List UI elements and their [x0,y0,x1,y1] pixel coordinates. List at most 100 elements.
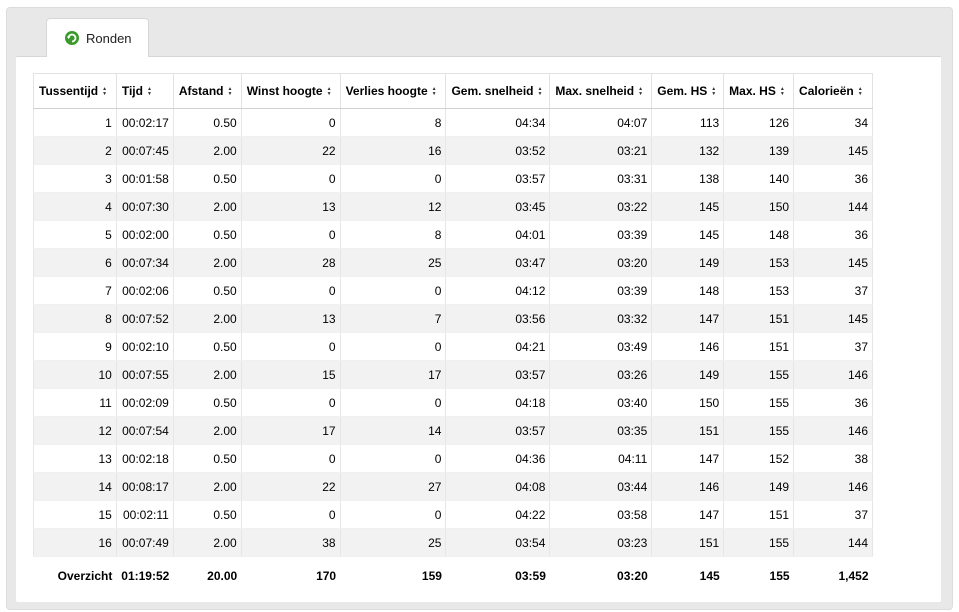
table-cell: 04:11 [549,444,653,473]
column-header[interactable]: Tussentijd ▲ ▼ [33,73,117,109]
table-row: 16 00:07:49 2.00 38 25 03:54 03:23 151 155 144 [33,528,873,557]
table-cell: 04:18 [445,388,551,417]
table-cell: 00:02:09 [116,388,174,417]
table-cell: 146 [651,332,725,361]
column-header-label: Max. snelheid [555,84,635,98]
column-header-label: Winst hoogte [246,84,323,98]
column-header-label: Verlies hoogte [345,84,428,98]
column-header[interactable]: Afstand ▲ ▼ [173,73,242,109]
table-cell: 126 [723,108,795,137]
table-cell: 145 [793,304,873,333]
table-cell: 6 [33,248,117,277]
table-cell: 04:34 [445,108,551,137]
summary-cell: 03:20 [549,556,652,595]
table-cell: 2.00 [173,472,242,501]
table-cell: 03:35 [549,416,653,445]
sort-icon[interactable]: ▲ ▼ [711,86,716,97]
table-cell: 0 [241,388,341,417]
table-row: 14 00:08:17 2.00 22 27 04:08 03:44 146 149 146 [33,472,873,501]
column-header-label: Tussentijd [39,84,99,98]
table-cell: 144 [793,192,873,221]
column-header[interactable]: Max. snelheid ▲ ▼ [549,73,653,109]
table-cell: 0.50 [173,108,242,137]
table-row: 15 00:02:11 0.50 0 0 04:22 03:58 147 151 37 [33,500,873,529]
table-cell: 34 [793,108,873,137]
table-cell: 00:02:17 [116,108,174,137]
table-cell: 38 [793,444,873,473]
table-cell: 22 [241,472,341,501]
table-cell: 00:02:10 [116,332,174,361]
summary-cell: 170 [241,556,341,595]
table-cell: 151 [651,416,725,445]
table-row: 2 00:07:45 2.00 22 16 03:52 03:21 132 139 145 [33,136,873,165]
table-cell: 16 [33,528,117,557]
table-cell: 148 [723,220,795,249]
summary-cell: 20.00 [173,556,242,595]
table-cell: 00:02:11 [116,500,174,529]
sort-icon[interactable]: ▲ ▼ [102,86,107,97]
table-cell: 151 [723,304,795,333]
table-cell: 28 [241,248,341,277]
table-cell: 2 [33,136,117,165]
column-header[interactable]: Gem. HS ▲ ▼ [651,73,725,109]
column-header[interactable]: Tijd ▲ ▼ [116,73,174,109]
table-cell: 03:31 [549,164,653,193]
column-header[interactable]: Gem. snelheid ▲ ▼ [445,73,551,109]
sort-icon[interactable]: ▲ ▼ [327,86,332,97]
column-header-label: Calorieën [799,84,854,98]
table-cell: 04:22 [445,500,551,529]
table-cell: 25 [340,248,447,277]
table-cell: 149 [723,472,795,501]
table-cell: 2.00 [173,528,242,557]
table-cell: 153 [723,276,795,305]
sort-icon[interactable]: ▲ ▼ [228,86,233,97]
table-cell: 2.00 [173,136,242,165]
column-header[interactable]: Verlies hoogte ▲ ▼ [340,73,447,109]
column-header-label: Afstand [178,84,224,98]
table-cell: 04:12 [445,276,551,305]
column-header[interactable]: Max. HS ▲ ▼ [723,73,795,109]
table-cell: 00:08:17 [116,472,174,501]
table-row: 12 00:07:54 2.00 17 14 03:57 03:35 151 155 146 [33,416,873,445]
table-cell: 03:39 [549,276,653,305]
sort-icon[interactable]: ▲ ▼ [432,86,437,97]
column-header[interactable]: Calorieën ▲ ▼ [793,73,873,109]
table-cell: 00:07:52 [116,304,174,333]
table-cell: 03:52 [445,136,551,165]
table-cell: 149 [651,248,725,277]
table-cell: 0.50 [173,388,242,417]
table-cell: 03:56 [445,304,551,333]
sort-icon[interactable]: ▲ ▼ [147,86,152,97]
table-cell: 2.00 [173,248,242,277]
table-cell: 0.50 [173,276,242,305]
table-cell: 03:57 [445,164,551,193]
table-cell: 00:07:55 [116,360,174,389]
column-header[interactable]: Winst hoogte ▲ ▼ [241,73,341,109]
table-cell: 0 [241,500,341,529]
sort-icon[interactable]: ▲ ▼ [537,86,542,97]
tab-ronden[interactable]: Ronden [46,18,149,57]
table-cell: 8 [340,108,447,137]
sort-icon[interactable]: ▲ ▼ [858,86,863,97]
table-cell: 155 [723,388,795,417]
table-cell: 7 [33,276,117,305]
table-cell: 22 [241,136,341,165]
table-cell: 15 [33,500,117,529]
table-cell: 00:07:49 [116,528,174,557]
table-cell: 146 [793,416,873,445]
summary-cell: 01:19:52 [116,556,174,595]
table-cell: 146 [651,472,725,501]
table-cell: 03:47 [445,248,551,277]
table-cell: 0 [241,444,341,473]
table-cell: 15 [241,360,341,389]
sort-icon[interactable]: ▲ ▼ [638,86,643,97]
table-cell: 11 [33,388,117,417]
table-cell: 12 [340,192,447,221]
table-cell: 8 [340,220,447,249]
table-cell: 0 [340,164,447,193]
sort-icon[interactable]: ▲ ▼ [780,86,785,97]
table-cell: 14 [340,416,447,445]
table-cell: 148 [651,276,725,305]
table-cell: 145 [651,220,725,249]
table-cell: 04:01 [445,220,551,249]
